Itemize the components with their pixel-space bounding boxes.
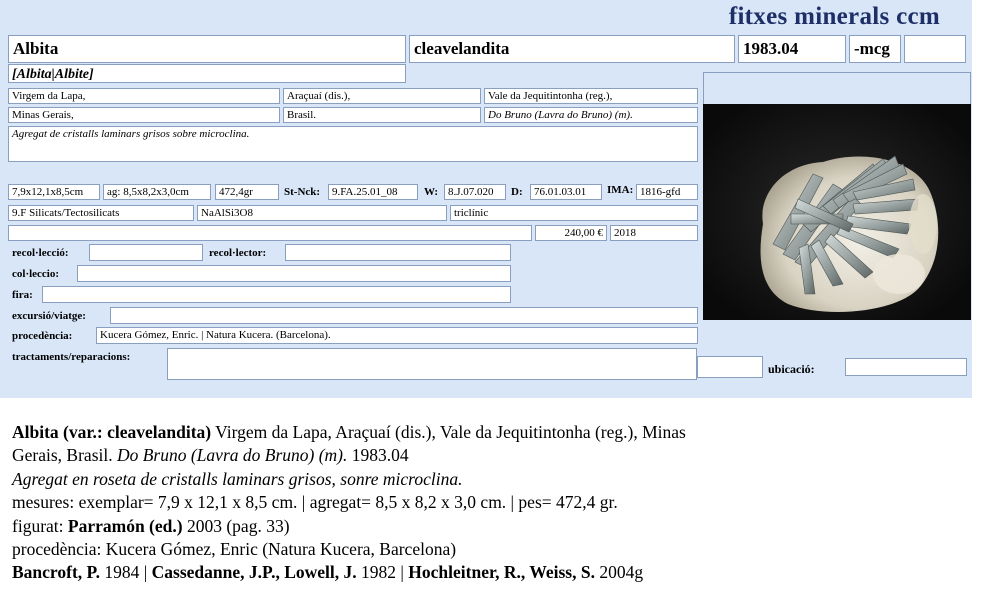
w-label: W: [424, 186, 439, 198]
caption-description: Agregat en roseta de cristalls laminars … [12, 468, 463, 489]
notes-field[interactable] [8, 225, 532, 241]
procedencia-field[interactable]: Kucera Gómez, Enric. | Natura Kucera. (B… [96, 327, 698, 344]
caption-line-5: figurat: Parramón (ed.) 2003 (pag. 33) [12, 515, 992, 538]
d-field[interactable]: 76.01.03.01 [530, 184, 602, 200]
fira-field[interactable] [42, 286, 511, 303]
recol-leccio-field[interactable] [89, 244, 203, 261]
tractaments-label: tractaments/reparacions: [12, 351, 131, 363]
mineral-class-field[interactable]: 9.F Silicats/Tectosilicats [8, 205, 194, 221]
synonym-field[interactable]: [Albita|Albite] [8, 64, 406, 83]
caption-line-1: Albita (var.: cleavelandita) Virgem da L… [12, 421, 992, 444]
location-extra-field[interactable] [697, 356, 763, 378]
strunz-field[interactable]: 9.FA.25.01_08 [328, 184, 418, 200]
caption-line-2: Gerais, Brasil. Do Bruno (Lavra do Bruno… [12, 444, 992, 467]
caption-catalog: 1983.04 [347, 445, 409, 466]
page-title: fitxes minerals ccm [728, 3, 940, 30]
specimen-size-field[interactable]: 7,9x12,1x8,5cm [8, 184, 100, 200]
description-field[interactable]: Agregat de cristalls laminars grisos sob… [8, 126, 698, 162]
specimen-caption: Albita (var.: cleavelandita) Virgem da L… [12, 421, 992, 585]
country-field[interactable]: Brasil. [283, 107, 481, 123]
collector-code-field[interactable]: -mcg [849, 35, 901, 63]
caption-references: Bancroft, P. 1984 | Cassedanne, J.P., Lo… [12, 561, 992, 584]
fira-label: fira: [12, 289, 33, 301]
procedencia-label: procedència: [12, 330, 73, 342]
price-field[interactable]: 240,00 € [535, 225, 607, 241]
caption-locality: Virgem da Lapa, Araçuaí (dis.), Vale da … [211, 422, 686, 442]
caption-mine: Do Bruno (Lavra do Bruno) (m). [116, 445, 348, 466]
col-leccio-label: col·leccio: [12, 268, 60, 280]
variety-field[interactable]: cleavelandita [409, 35, 735, 63]
crystal-system-field[interactable]: triclínic [450, 205, 698, 221]
aggregate-size-field[interactable]: ag: 8,5x8,2x3,0cm [103, 184, 211, 200]
weight-field[interactable]: 472,4gr [215, 184, 279, 200]
col-leccio-field[interactable] [77, 265, 511, 282]
strunz-label: St-Nck: [284, 186, 321, 198]
d-label: D: [511, 186, 523, 198]
locality-field[interactable]: Virgem da Lapa, [8, 88, 280, 104]
species-field[interactable]: Albita [8, 35, 406, 63]
reference-year-3: 2004g [594, 562, 644, 583]
ima-field[interactable]: 1816-gfd [636, 184, 698, 200]
specimen-photo[interactable] [703, 104, 971, 320]
ubicacio-field[interactable] [845, 358, 967, 376]
caption-procedencia: procedència: Kucera Gómez, Enric (Natura… [12, 539, 457, 560]
caption-country: Gerais, Brasil. [12, 445, 117, 466]
caption-line-3: Agregat en roseta de cristalls laminars … [12, 468, 992, 491]
mineral-image [703, 104, 971, 320]
ima-label: IMA: [607, 184, 634, 196]
year-field[interactable]: 2018 [610, 225, 698, 241]
reference-author-2: Cassedanne, J.P., Lowell, J. [151, 562, 357, 583]
catalog-number-field[interactable]: 1983.04 [738, 35, 846, 63]
excursio-field[interactable] [110, 307, 698, 324]
reference-year-1: 1984 | [100, 562, 152, 583]
reference-author-3: Hochleitner, R., Weiss, S. [408, 562, 595, 583]
recol-leccio-label: recol·lecció: [12, 247, 69, 259]
state-field[interactable]: Minas Gerais, [8, 107, 280, 123]
district-field[interactable]: Araçuaí (dis.), [283, 88, 481, 104]
w-field[interactable]: 8.J.07.020 [444, 184, 506, 200]
card-bottom-strip [0, 388, 972, 398]
recol-lector-field[interactable] [285, 244, 511, 261]
photo-frame [703, 72, 971, 104]
formula-field[interactable]: NaAlSi3O8 [197, 205, 447, 221]
caption-species: Albita (var.: cleavelandita) [12, 422, 212, 442]
caption-publication: 2003 (pag. 33) [182, 515, 290, 536]
caption-figurat-label: figurat: [12, 515, 68, 536]
reference-author-1: Bancroft, P. [12, 562, 100, 583]
reference-year-2: 1982 | [356, 562, 409, 583]
mine-field[interactable]: Do Bruno (Lavra do Bruno) (m). [484, 107, 698, 123]
tractaments-field[interactable] [167, 348, 697, 380]
extra-code-field[interactable] [904, 35, 966, 63]
caption-publisher: Parramón (ed.) [67, 515, 183, 536]
region-field[interactable]: Vale da Jequitintonha (reg.), [484, 88, 698, 104]
recol-lector-label: recol·lector: [209, 247, 267, 259]
ubicacio-label: ubicació: [768, 362, 815, 376]
caption-measures: mesures: exemplar= 7,9 x 12,1 x 8,5 cm. … [12, 492, 618, 513]
excursio-label: excursió/viatge: [12, 310, 86, 322]
